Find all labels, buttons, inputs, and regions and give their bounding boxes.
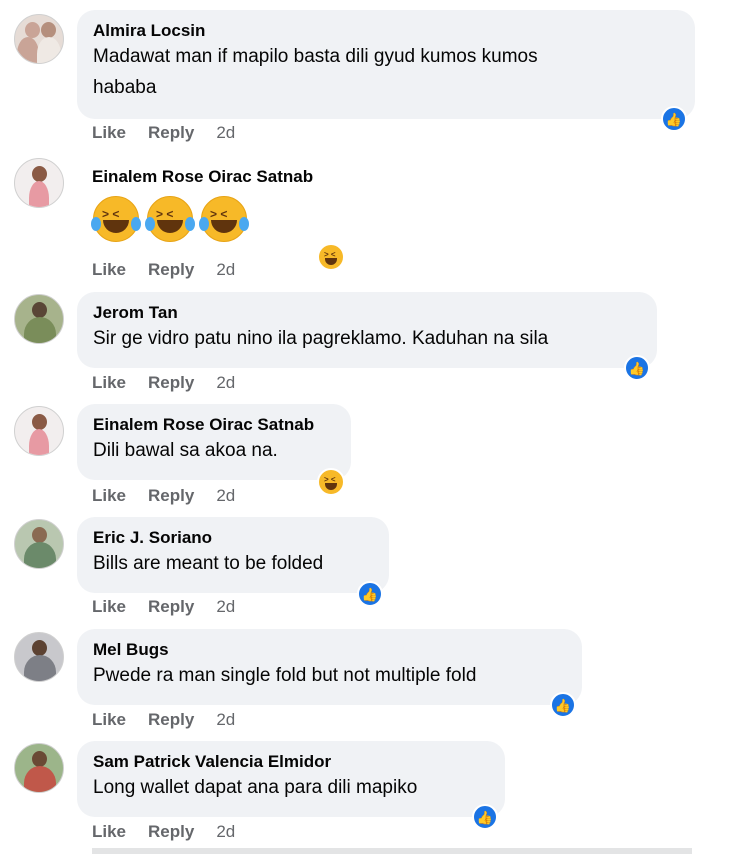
commenter-name[interactable]: Einalem Rose Oirac Satnab xyxy=(92,166,313,187)
timestamp[interactable]: 2d xyxy=(216,822,235,841)
like-button[interactable]: Like xyxy=(92,597,126,616)
comment-bubble: Eric J. Soriano Bills are meant to be fo… xyxy=(77,517,389,593)
next-comment-cutoff xyxy=(92,848,692,854)
avatar[interactable] xyxy=(14,294,64,344)
comment-bubble: Sam Patrick Valencia Elmidor Long wallet… xyxy=(77,741,505,817)
reply-button[interactable]: Reply xyxy=(148,260,194,279)
reply-button[interactable]: Reply xyxy=(148,486,194,505)
comment-bubble: Almira Locsin Madawat man if mapilo bast… xyxy=(77,10,695,119)
commenter-name[interactable]: Sam Patrick Valencia Elmidor xyxy=(93,751,489,772)
rolling-on-floor-laughing-emoji: > < xyxy=(91,196,141,242)
rolling-on-floor-laughing-emoji: > < xyxy=(145,196,195,242)
comment-bubble: Einalem Rose Oirac Satnab Dili bawal sa … xyxy=(77,404,351,480)
like-button[interactable]: Like xyxy=(92,710,126,729)
commenter-name[interactable]: Eric J. Soriano xyxy=(93,527,373,548)
avatar[interactable] xyxy=(14,743,64,793)
avatar[interactable] xyxy=(14,632,64,682)
comment-actions: Like Reply 2d xyxy=(92,373,257,393)
comment-bubble: Mel Bugs Pwede ra man single fold but no… xyxy=(77,629,582,705)
like-button[interactable]: Like xyxy=(92,822,126,841)
timestamp[interactable]: 2d xyxy=(216,123,235,142)
like-button[interactable]: Like xyxy=(92,260,126,279)
like-reaction-icon[interactable]: 👍 xyxy=(661,106,687,132)
avatar[interactable] xyxy=(14,406,64,456)
comment-actions: Like Reply 2d xyxy=(92,486,257,506)
reply-button[interactable]: Reply xyxy=(148,710,194,729)
like-reaction-icon[interactable]: 👍 xyxy=(472,804,498,830)
commenter-name[interactable]: Mel Bugs xyxy=(93,639,566,660)
haha-reaction-icon[interactable]: > < xyxy=(317,468,345,496)
comment-text: Long wallet dapat ana para dili mapiko xyxy=(93,777,418,798)
comment-text: Sir ge vidro patu nino ila pagreklamo. K… xyxy=(93,328,549,349)
comment-actions: Like Reply 2d xyxy=(92,822,257,842)
comment-text: hababa xyxy=(93,77,157,98)
comment-actions: Like Reply 2d xyxy=(92,123,257,143)
like-reaction-icon[interactable]: 👍 xyxy=(550,692,576,718)
avatar[interactable] xyxy=(14,158,64,208)
timestamp[interactable]: 2d xyxy=(216,710,235,729)
comment-text: Dili bawal sa akoa na. xyxy=(93,440,278,461)
timestamp[interactable]: 2d xyxy=(216,486,235,505)
reply-button[interactable]: Reply xyxy=(148,822,194,841)
timestamp[interactable]: 2d xyxy=(216,597,235,616)
commenter-name[interactable]: Einalem Rose Oirac Satnab xyxy=(93,414,335,435)
emoji-row: > < > < > < xyxy=(91,196,255,247)
like-button[interactable]: Like xyxy=(92,123,126,142)
timestamp[interactable]: 2d xyxy=(216,260,235,279)
like-button[interactable]: Like xyxy=(92,486,126,505)
reply-button[interactable]: Reply xyxy=(148,123,194,142)
avatar[interactable] xyxy=(14,14,64,64)
comment-text: Pwede ra man single fold but not multipl… xyxy=(93,665,477,686)
comment-actions: Like Reply 2d xyxy=(92,260,257,280)
like-reaction-icon[interactable]: 👍 xyxy=(624,355,650,381)
like-reaction-icon[interactable]: 👍 xyxy=(357,581,383,607)
reply-button[interactable]: Reply xyxy=(148,373,194,392)
rolling-on-floor-laughing-emoji: > < xyxy=(199,196,249,242)
comment-actions: Like Reply 2d xyxy=(92,597,257,617)
avatar[interactable] xyxy=(14,519,64,569)
commenter-name[interactable]: Jerom Tan xyxy=(93,302,641,323)
comment-text: Bills are meant to be folded xyxy=(93,553,324,574)
comment-text: Madawat man if mapilo basta dili gyud ku… xyxy=(93,46,538,67)
reply-button[interactable]: Reply xyxy=(148,597,194,616)
haha-reaction-icon[interactable]: > < xyxy=(317,243,345,271)
timestamp[interactable]: 2d xyxy=(216,373,235,392)
comment-actions: Like Reply 2d xyxy=(92,710,257,730)
comment-bubble: Jerom Tan Sir ge vidro patu nino ila pag… xyxy=(77,292,657,368)
commenter-name[interactable]: Almira Locsin xyxy=(93,20,679,41)
like-button[interactable]: Like xyxy=(92,373,126,392)
